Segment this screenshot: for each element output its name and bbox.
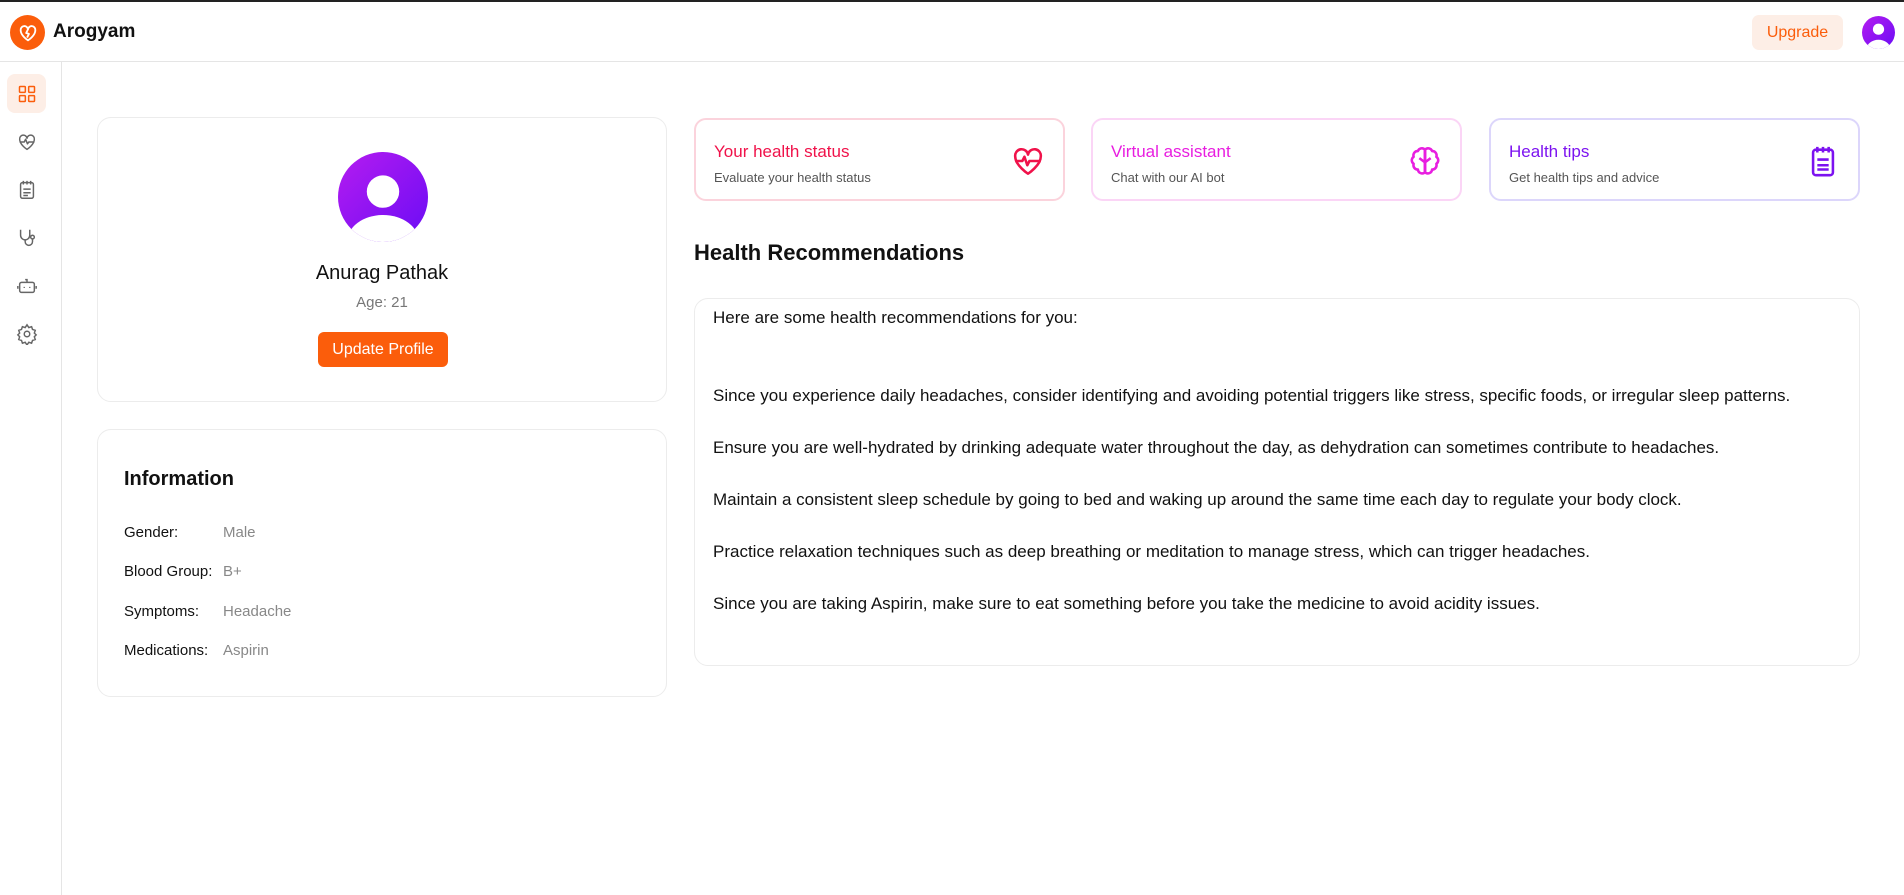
info-value: B+ — [223, 563, 242, 580]
recommendation-item: Since you experience daily headaches, co… — [713, 386, 1791, 405]
sidebar-item-settings[interactable] — [7, 314, 46, 353]
stethoscope-icon — [19, 229, 35, 246]
card-subtitle: Evaluate your health status — [714, 170, 871, 185]
bot-icon — [16, 278, 37, 293]
information-title: Information — [124, 468, 234, 490]
info-value: Male — [223, 524, 256, 541]
profile-card: Anurag Pathak Age: 21 Update Profile — [97, 117, 667, 402]
information-card: Information Gender: Male Blood Group: B+ S… — [97, 429, 667, 697]
info-label: Gender: — [124, 524, 179, 541]
update-profile-button[interactable]: Update Profile — [318, 332, 448, 367]
sidebar-item-tips[interactable] — [7, 170, 46, 209]
info-label: Medications: — [124, 642, 209, 659]
info-row-medications: Medications: Aspirin — [124, 642, 269, 659]
sidebar-item-doctor[interactable] — [7, 218, 46, 257]
top-bar: Arogyam Upgrade — [0, 2, 1904, 62]
brain-icon — [1410, 147, 1440, 175]
gear-icon — [16, 323, 37, 345]
heart-pulse-icon — [1013, 148, 1043, 176]
card-title: Your health status — [714, 142, 850, 161]
virtual-assistant-card[interactable]: Virtual assistant Chat with our AI bot — [1091, 118, 1462, 201]
sidebar-item-assistant[interactable] — [7, 266, 46, 305]
info-label: Blood Group: — [124, 563, 213, 580]
sidebar-item-health[interactable] — [7, 122, 46, 161]
card-title: Virtual assistant — [1111, 142, 1231, 161]
broken-heart-icon[interactable] — [10, 15, 45, 50]
app-name: Arogyam — [53, 21, 136, 42]
grid-icon — [18, 85, 35, 102]
user-avatar-icon[interactable] — [1862, 16, 1895, 49]
card-subtitle: Get health tips and advice — [1509, 170, 1660, 185]
info-value: Headache — [223, 603, 292, 620]
recommendation-item: Ensure you are well-hydrated by drinking… — [713, 438, 1720, 457]
recommendations-title: Health Recommendations — [694, 240, 965, 265]
info-row-blood-group: Blood Group: B+ — [124, 563, 242, 580]
recommendations-box: Here are some health recommendations for… — [694, 298, 1860, 666]
card-subtitle: Chat with our AI bot — [1111, 170, 1225, 185]
recommendation-item: Practice relaxation techniques such as d… — [713, 542, 1590, 561]
profile-avatar — [338, 152, 428, 242]
recommendation-item: Since you are taking Aspirin, make sure … — [713, 594, 1540, 613]
sidebar-item-dashboard[interactable] — [7, 74, 46, 113]
health-status-card[interactable]: Your health status Evaluate your health … — [694, 118, 1065, 201]
info-label: Symptoms: — [124, 603, 200, 620]
recommendation-item: Maintain a consistent sleep schedule by … — [713, 490, 1682, 509]
card-title: Health tips — [1509, 142, 1590, 161]
profile-name: Anurag Pathak — [315, 262, 449, 284]
notepad-icon — [1811, 146, 1835, 177]
info-row-symptoms: Symptoms: Headache — [124, 603, 291, 620]
info-value: Aspirin — [223, 642, 269, 659]
info-row-gender: Gender: Male — [124, 524, 256, 541]
profile-age: Age: 21 — [356, 294, 408, 311]
notepad-icon — [19, 180, 34, 199]
health-tips-card[interactable]: Health tips Get health tips and advice — [1489, 118, 1860, 201]
heart-pulse-icon — [18, 133, 35, 150]
upgrade-button[interactable]: Upgrade — [1752, 15, 1843, 50]
recommendations-intro: Here are some health recommendations for… — [713, 308, 1078, 327]
sidebar — [0, 62, 62, 895]
